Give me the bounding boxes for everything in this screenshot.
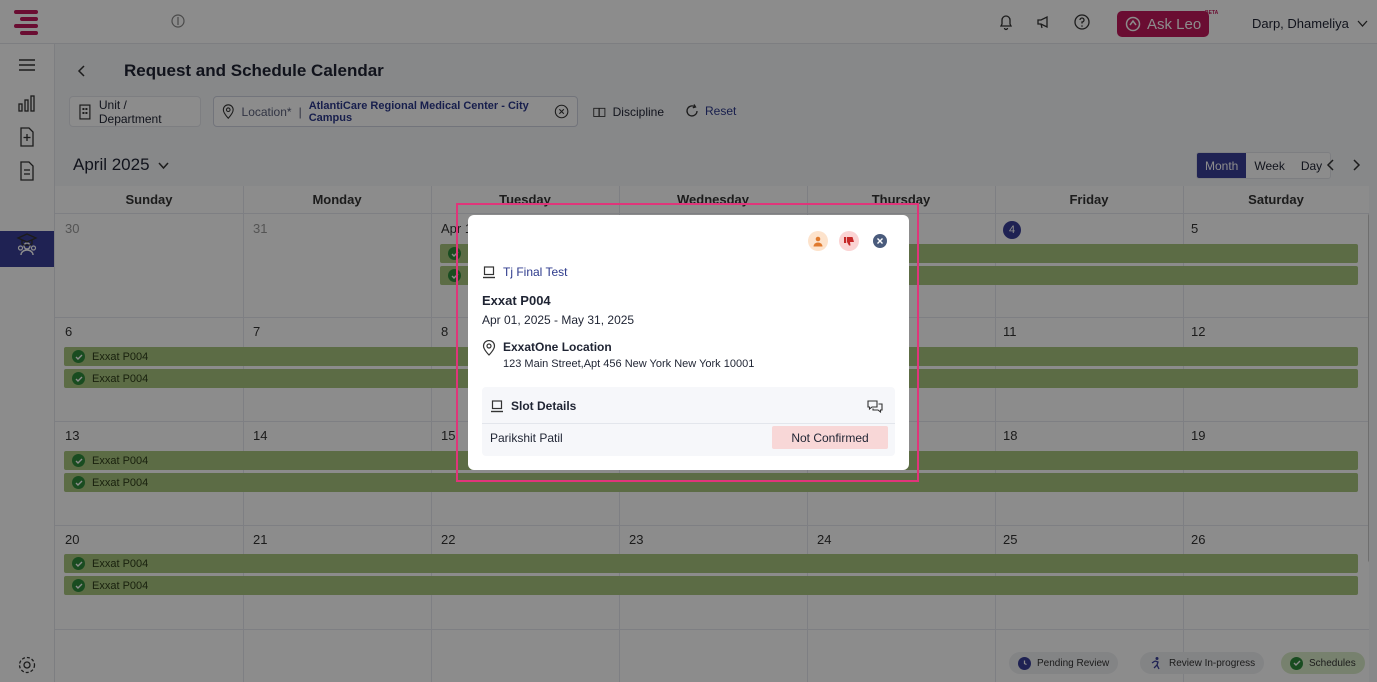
status-badge: Not Confirmed: [772, 426, 888, 449]
location-name: ExxatOne Location: [503, 340, 612, 354]
placement-name: Exxat P004: [482, 293, 551, 308]
slot-details-title: Slot Details: [511, 399, 577, 413]
chat-icon[interactable]: [867, 399, 883, 415]
slot-details-header: Slot Details: [490, 399, 576, 413]
slot-details-panel: Slot Details Parikshit Patil Not Confirm…: [482, 387, 895, 456]
thumbs-down-icon[interactable]: [839, 231, 859, 251]
location-address: 123 Main Street,Apt 456 New York New Yor…: [503, 358, 755, 370]
slot-divider: [482, 423, 895, 424]
close-icon[interactable]: [873, 234, 887, 248]
slot-person-name: Parikshit Patil: [490, 431, 563, 445]
laptop-icon: [483, 265, 495, 278]
event-details-popup: Tj Final Test Exxat P004 Apr 01, 2025 - …: [468, 215, 909, 470]
course-link[interactable]: Tj Final Test: [482, 265, 567, 279]
laptop-icon: [491, 399, 503, 412]
person-icon[interactable]: [808, 231, 828, 251]
course-name: Tj Final Test: [503, 265, 568, 279]
placement-location: ExxatOne Location 123 Main Street,Apt 45…: [482, 340, 754, 370]
placement-dates: Apr 01, 2025 - May 31, 2025: [482, 313, 635, 327]
map-pin-icon: [482, 340, 496, 356]
